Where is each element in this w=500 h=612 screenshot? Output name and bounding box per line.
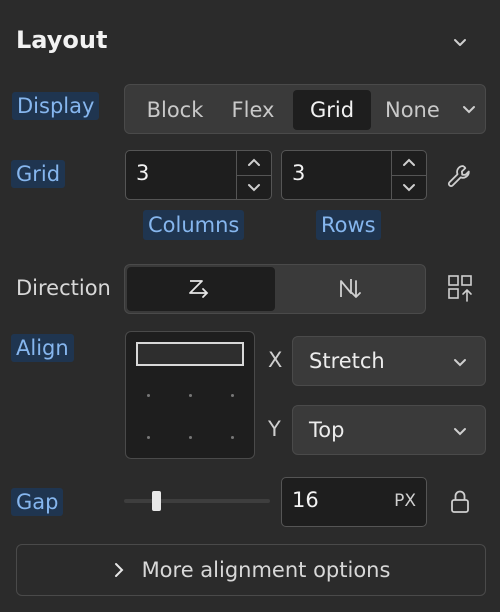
grid-label: Grid xyxy=(11,160,66,188)
columns-decrement-icon[interactable] xyxy=(237,175,271,199)
gap-input[interactable]: 16 PX xyxy=(281,477,427,527)
align-grid-picker[interactable] xyxy=(125,331,255,459)
align-label: Align xyxy=(11,334,74,362)
align-x-axis-label: X xyxy=(268,348,283,372)
lock-icon[interactable] xyxy=(447,488,473,516)
rows-increment-icon[interactable] xyxy=(392,151,426,176)
align-dot[interactable] xyxy=(231,394,234,397)
columns-input[interactable]: 3 xyxy=(125,150,272,200)
direction-segmented-control xyxy=(124,264,426,314)
align-dot[interactable] xyxy=(147,394,150,397)
direction-column-icon xyxy=(333,275,365,303)
display-option-flex[interactable]: Flex xyxy=(221,90,285,130)
direction-column[interactable] xyxy=(275,267,423,311)
more-alignment-options-label: More alignment options xyxy=(141,558,391,582)
rows-decrement-icon[interactable] xyxy=(392,175,426,199)
align-dot[interactable] xyxy=(189,436,192,439)
align-dot[interactable] xyxy=(231,436,234,439)
panel-title: Layout xyxy=(16,26,108,54)
align-y-value: Top xyxy=(309,418,345,442)
align-y-axis-label: Y xyxy=(268,417,281,441)
collapse-chevron-icon[interactable] xyxy=(448,30,472,54)
align-dot[interactable] xyxy=(147,436,150,439)
direction-label: Direction xyxy=(16,276,111,300)
more-alignment-options-button[interactable]: More alignment options xyxy=(16,544,486,596)
wrench-icon[interactable] xyxy=(445,162,473,190)
display-more-chevron-icon[interactable] xyxy=(459,99,479,119)
gap-label: Gap xyxy=(11,488,64,516)
direction-row[interactable] xyxy=(127,267,275,311)
gap-unit[interactable]: PX xyxy=(394,491,416,511)
columns-increment-icon[interactable] xyxy=(237,151,271,176)
reverse-direction-icon[interactable] xyxy=(446,273,476,303)
gap-slider-track[interactable] xyxy=(124,499,270,503)
display-segmented-control: Block Flex Grid None xyxy=(124,84,486,134)
rows-value: 3 xyxy=(292,161,306,185)
rows-input[interactable]: 3 xyxy=(281,150,427,200)
display-option-block[interactable]: Block xyxy=(131,90,219,130)
display-option-grid[interactable]: Grid xyxy=(293,90,371,130)
display-option-none-label: None xyxy=(385,98,440,122)
columns-value: 3 xyxy=(136,161,150,185)
align-x-value: Stretch xyxy=(309,349,385,373)
align-dot[interactable] xyxy=(189,394,192,397)
display-option-none[interactable]: None xyxy=(379,90,469,130)
gap-slider-thumb[interactable] xyxy=(152,491,161,511)
columns-label: Columns xyxy=(143,210,245,240)
chevron-down-icon xyxy=(449,351,471,373)
gap-value: 16 xyxy=(292,488,319,512)
chevron-right-icon xyxy=(112,561,126,579)
columns-stepper xyxy=(236,151,271,199)
chevron-down-icon xyxy=(449,420,471,442)
direction-row-icon xyxy=(185,275,217,303)
align-selected-stretch-preview xyxy=(136,342,244,366)
display-label: Display xyxy=(12,92,100,120)
align-x-select[interactable]: Stretch xyxy=(292,336,486,386)
align-y-select[interactable]: Top xyxy=(292,405,486,455)
rows-label: Rows xyxy=(316,210,381,240)
rows-stepper xyxy=(391,151,426,199)
